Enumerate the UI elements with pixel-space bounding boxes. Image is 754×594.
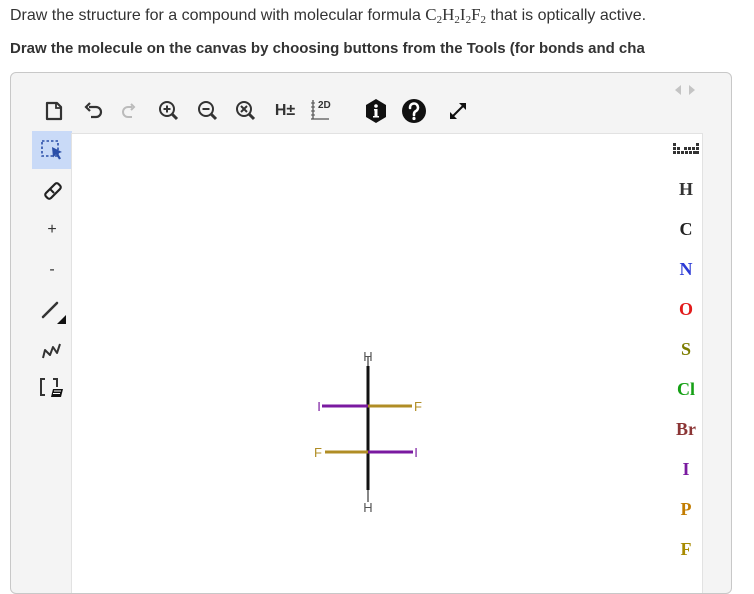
atom-bottom-h: H: [363, 500, 372, 515]
molecule-drawing: H I F F I H: [314, 349, 422, 515]
formula-element: F: [471, 5, 481, 24]
element-button-p[interactable]: P: [669, 491, 703, 527]
zoom-out-icon[interactable]: [192, 93, 224, 129]
element-button-i[interactable]: I: [669, 451, 703, 487]
eraser-tool[interactable]: [32, 171, 72, 209]
fullscreen-icon[interactable]: [442, 93, 474, 129]
question-prefix: Draw the structure for a compound with m…: [10, 7, 426, 24]
chain-tool[interactable]: [32, 331, 72, 369]
undo-icon[interactable]: [77, 93, 109, 129]
question-text: Draw the structure for a compound with m…: [10, 5, 647, 26]
element-button-s[interactable]: S: [669, 331, 703, 367]
formula-element: H: [442, 5, 455, 24]
atom-right-i: I: [414, 445, 418, 460]
add-hydrogen-button[interactable]: H±: [269, 93, 301, 129]
2d-clean-label: 2D: [318, 100, 331, 111]
element-button-br[interactable]: Br: [669, 411, 703, 447]
drawing-canvas[interactable]: H I F F I H: [71, 133, 703, 593]
question-suffix: that is optically active.: [486, 7, 647, 24]
molecule-editor: H± 2D + - H I F F I H H C N O S Cl Br I …: [10, 72, 732, 594]
panel-arrows[interactable]: [671, 83, 701, 97]
select-icon: [41, 140, 62, 160]
bracket-tool[interactable]: [32, 369, 72, 407]
chain-icon: [42, 343, 61, 359]
2d-clean-icon[interactable]: 2D: [306, 93, 338, 129]
bracket-icon: [40, 378, 63, 397]
element-button-o[interactable]: O: [669, 291, 703, 327]
atom-right-f: F: [414, 399, 422, 414]
bond-tool[interactable]: [32, 291, 72, 329]
charge-minus-button[interactable]: -: [32, 251, 72, 289]
element-button-f[interactable]: F: [669, 531, 703, 567]
zoom-in-icon[interactable]: [153, 93, 185, 129]
clear-icon[interactable]: [230, 93, 262, 129]
element-button-cl[interactable]: Cl: [669, 371, 703, 407]
atom-left-i: I: [317, 399, 321, 414]
left-toolbar: + -: [11, 131, 72, 593]
formula-element: C: [425, 5, 437, 24]
single-bond-icon: [41, 301, 66, 324]
element-button-n[interactable]: N: [669, 251, 703, 287]
redo-icon[interactable]: [112, 93, 144, 129]
document-icon[interactable]: [38, 93, 70, 129]
molecular-formula: C2H2I2F2: [425, 5, 486, 26]
element-button-c[interactable]: C: [669, 211, 703, 247]
help-icon[interactable]: [398, 93, 430, 129]
element-toolbar: H C N O S Cl Br I P F: [669, 131, 719, 593]
periodic-table-icon[interactable]: [669, 131, 703, 167]
select-tool[interactable]: [32, 131, 72, 169]
atom-top-h: H: [363, 349, 372, 364]
element-button-h[interactable]: H: [669, 171, 703, 207]
charge-plus-button[interactable]: +: [32, 211, 72, 249]
top-toolbar: H± 2D: [11, 93, 731, 129]
eraser-icon: [44, 182, 62, 200]
instruction-text: Draw the molecule on the canvas by choos…: [10, 40, 645, 57]
info-icon[interactable]: [360, 93, 392, 129]
atom-left-f: F: [314, 445, 322, 460]
